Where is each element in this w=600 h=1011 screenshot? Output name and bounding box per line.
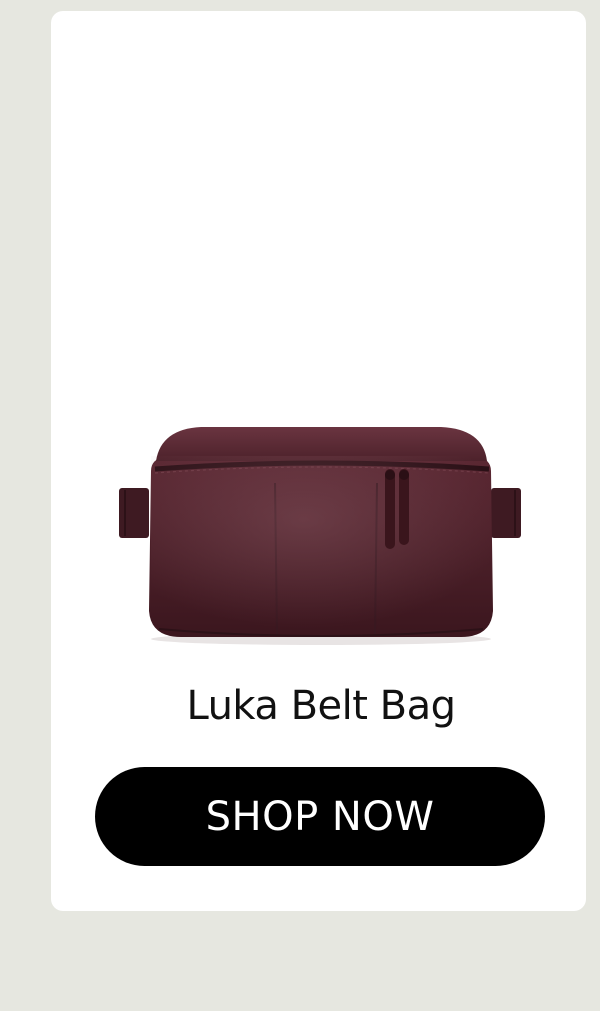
product-name[interactable]: Luka Belt Bag [51, 683, 591, 729]
shop-now-button[interactable]: SHOP NOW [95, 767, 545, 866]
product-image[interactable] [111, 411, 531, 651]
product-card[interactable]: Luka Belt Bag SHOP NOW [51, 11, 586, 911]
